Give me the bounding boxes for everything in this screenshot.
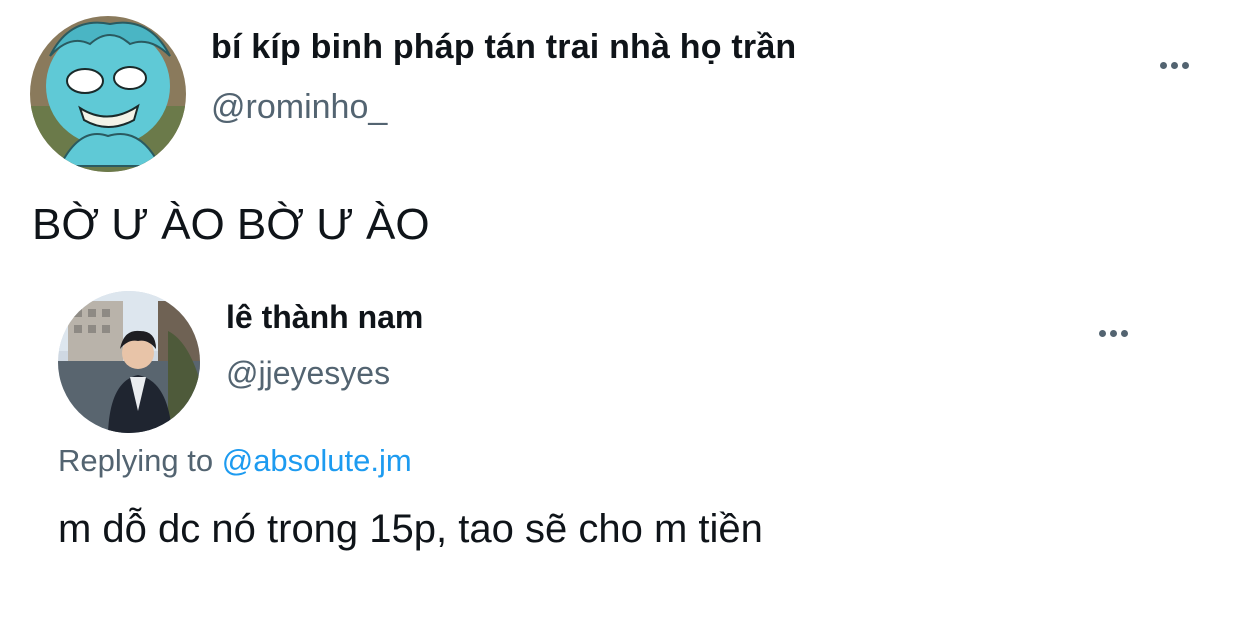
quoted-author-handle[interactable]: @jjeyesyes bbox=[226, 355, 390, 392]
author-handle[interactable]: @rominho_ bbox=[211, 88, 387, 127]
cartoon-avatar-icon bbox=[30, 16, 186, 172]
more-options-icon[interactable] bbox=[1099, 330, 1128, 337]
replying-to-mention[interactable]: @absolute.jm bbox=[222, 443, 412, 478]
dot bbox=[1160, 62, 1167, 69]
author-display-name[interactable]: bí kíp binh pháp tán trai nhà họ trần bbox=[211, 28, 796, 67]
dot bbox=[1182, 62, 1189, 69]
tweet-text: BỜ Ư ÀO BỜ Ư ÀO bbox=[32, 200, 430, 249]
dot bbox=[1121, 330, 1128, 337]
replying-to-line: Replying to @absolute.jm bbox=[58, 443, 412, 479]
dot bbox=[1171, 62, 1178, 69]
quoted-tweet-text: m dỗ dc nó trong 15p, tao sẽ cho m tiền bbox=[58, 507, 763, 551]
dot bbox=[1099, 330, 1106, 337]
author-avatar[interactable] bbox=[30, 16, 186, 172]
photo-avatar-icon bbox=[58, 291, 200, 433]
replying-label: Replying to bbox=[58, 443, 214, 478]
dot bbox=[1110, 330, 1117, 337]
quoted-author-avatar[interactable] bbox=[58, 291, 200, 433]
more-options-icon[interactable] bbox=[1160, 62, 1189, 69]
quoted-author-display-name[interactable]: lê thành nam bbox=[226, 299, 423, 336]
tweet: bí kíp binh pháp tán trai nhà họ trần @r… bbox=[0, 0, 1242, 625]
